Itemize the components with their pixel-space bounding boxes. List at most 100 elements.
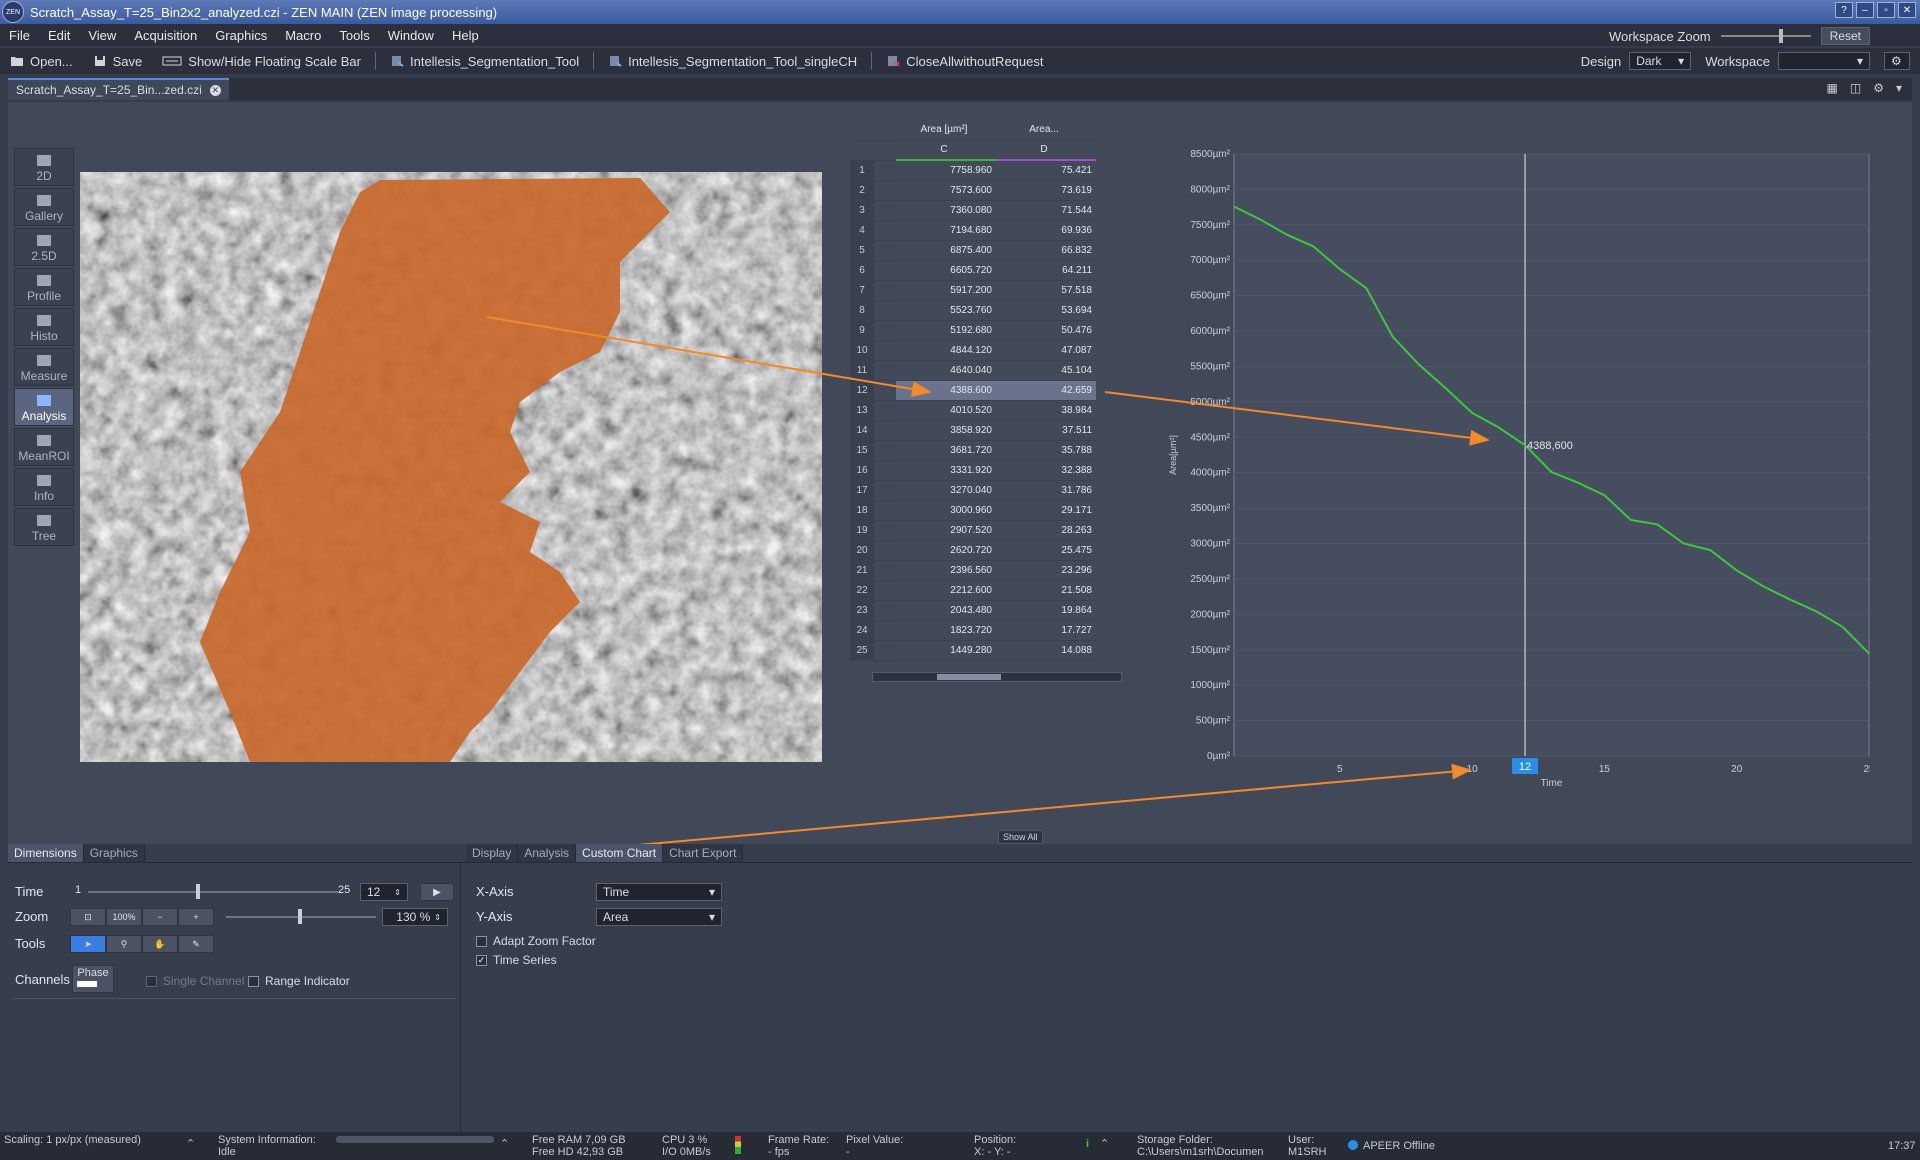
menu-tools[interactable]: Tools	[330, 28, 378, 43]
column-header-area[interactable]: Area [µm²]	[896, 120, 996, 141]
table-row[interactable]: 9 5192.680 50.476	[850, 320, 1096, 341]
table-row[interactable]: 3 7360.080 71.544	[850, 200, 1096, 221]
table-row[interactable]: 4 7194.680 69.936	[850, 220, 1096, 241]
gear-icon[interactable]: ⚙	[1873, 81, 1884, 95]
menu-macro[interactable]: Macro	[276, 28, 330, 43]
chevron-up-icon[interactable]: ⌃	[186, 1138, 195, 1150]
menu-window[interactable]: Window	[379, 28, 443, 43]
menu-file[interactable]: File	[0, 28, 39, 43]
table-row[interactable]: 20 2620.720 25.475	[850, 540, 1096, 561]
table-row[interactable]: 22 2212.600 21.508	[850, 580, 1096, 601]
column-header-area-2[interactable]: Area...	[996, 120, 1096, 141]
show-all-button[interactable]: Show All	[998, 830, 1043, 844]
view-tab-gallery[interactable]: Gallery	[14, 188, 74, 226]
menu-help[interactable]: Help	[443, 28, 488, 43]
workspace-select[interactable]: ▾	[1778, 52, 1870, 70]
y-axis-select[interactable]: Area ▾	[596, 908, 722, 926]
time-spinbox[interactable]: 12 ⇕	[360, 883, 408, 901]
design-select[interactable]: Dark ▾	[1629, 52, 1692, 70]
table-row[interactable]: 5 6875.400 66.832	[850, 240, 1096, 261]
table-row[interactable]: 25 1449.280 14.088	[850, 640, 1096, 661]
view-tab-meanroi[interactable]: MeanROI	[14, 428, 74, 466]
play-button[interactable]: ▶	[420, 883, 454, 901]
table-row[interactable]: 2 7573.600 73.619	[850, 180, 1096, 201]
table-row[interactable]: 18 3000.960 29.171	[850, 500, 1096, 521]
workspace-zoom-slider[interactable]	[1720, 29, 1811, 43]
tool-close-all[interactable]: CloseAllwithoutRequest	[876, 54, 1053, 69]
view-tab-tree[interactable]: Tree	[14, 508, 74, 546]
pointer-tool-button[interactable]: ➤	[70, 935, 106, 953]
view-tab-analysis[interactable]: Analysis	[14, 388, 74, 426]
view-tab-profile[interactable]: Profile	[14, 268, 74, 306]
table-row[interactable]: 1 7758.960 75.421	[850, 160, 1096, 181]
reset-button[interactable]: Reset	[1820, 27, 1870, 45]
channel-phase-button[interactable]: Phase	[72, 965, 114, 993]
view-tab-histo[interactable]: Histo	[14, 308, 74, 346]
save-button[interactable]: Save	[83, 54, 153, 69]
split-view-icon[interactable]: ◫	[1850, 81, 1861, 95]
document-tab[interactable]: Scratch_Assay_T=25_Bin...zed.czi ✕	[8, 78, 229, 100]
tab-analysis[interactable]: Analysis	[518, 844, 577, 862]
menu-acquisition[interactable]: Acquisition	[125, 28, 206, 43]
time-slider[interactable]	[88, 891, 338, 893]
info-icon[interactable]: i	[1086, 1138, 1089, 1150]
view-tab-info[interactable]: Info	[14, 468, 74, 506]
view-tab-2-5d[interactable]: 2.5D	[14, 228, 74, 266]
table-row[interactable]: 19 2907.520 28.263	[850, 520, 1096, 541]
menu-graphics[interactable]: Graphics	[206, 28, 276, 43]
zoom-spinbox[interactable]: 130 % ⇕	[382, 908, 448, 926]
table-row[interactable]: 11 4640.040 45.104	[850, 360, 1096, 381]
table-row[interactable]: 23 2043.480 19.864	[850, 600, 1096, 621]
chevron-up-icon[interactable]: ⌃	[500, 1138, 509, 1150]
close-button[interactable]: ✕	[1898, 2, 1916, 18]
zoom-100-button[interactable]: 100%	[106, 908, 142, 926]
chevron-down-icon[interactable]: ▾	[1896, 81, 1902, 95]
view-tab-2d[interactable]: 2D	[14, 148, 74, 186]
time-series-checkbox[interactable]: ✓ Time Series	[476, 953, 557, 967]
table-view-icon[interactable]: ▦	[1827, 81, 1838, 95]
fit-zoom-button[interactable]: ⊡	[70, 908, 106, 926]
tool-intellesis-singlech[interactable]: Intellesis_Segmentation_Tool_singleCH	[598, 54, 867, 69]
table-row[interactable]: 6 6605.720 64.211	[850, 260, 1096, 281]
table-row[interactable]: 10 4844.120 47.087	[850, 340, 1096, 361]
chevron-up-icon[interactable]: ⌃	[1100, 1138, 1109, 1150]
image-view[interactable]	[80, 172, 822, 762]
maximize-button[interactable]: ▫	[1877, 2, 1895, 18]
adapt-zoom-checkbox[interactable]: Adapt Zoom Factor	[476, 934, 596, 948]
zoom-in-button[interactable]: +	[178, 908, 214, 926]
scale-bar-button[interactable]: Show/Hide Floating Scale Bar	[152, 54, 371, 69]
tab-dimensions[interactable]: Dimensions	[8, 844, 84, 862]
range-indicator-checkbox[interactable]: Range Indicator	[248, 974, 350, 988]
table-row[interactable]: 13 4010.520 38.984	[850, 400, 1096, 421]
table-row[interactable]: 14 3858.920 37.511	[850, 420, 1096, 441]
close-tab-icon[interactable]: ✕	[209, 84, 221, 96]
scrollbar-thumb[interactable]	[937, 674, 1001, 680]
single-channel-checkbox[interactable]: Single Channel	[146, 974, 244, 988]
zoom-slider-thumb[interactable]	[298, 909, 302, 924]
tool-intellesis-segmentation[interactable]: Intellesis_Segmentation_Tool	[380, 54, 589, 69]
table-row[interactable]: 21 2396.560 23.296	[850, 560, 1096, 581]
time-slider-thumb[interactable]	[196, 884, 200, 899]
settings-button[interactable]: ⚙	[1884, 52, 1910, 70]
table-scrollbar[interactable]	[872, 672, 1122, 682]
tab-custom-chart[interactable]: Custom Chart	[576, 844, 664, 862]
table-row[interactable]: 12 4388.600 42.659	[850, 380, 1096, 401]
tab-display[interactable]: Display	[466, 844, 519, 862]
view-tab-measure[interactable]: Measure	[14, 348, 74, 386]
minimize-button[interactable]: –	[1856, 2, 1874, 18]
custom-chart[interactable]: 0µm² 500µm² 1000µm² 1500µm² 2000µm² 2500µm² 30…	[1130, 140, 1875, 790]
open-button[interactable]: Open...	[0, 54, 83, 69]
table-row[interactable]: 16 3331.920 32.388	[850, 460, 1096, 481]
table-row[interactable]: 8 5523.760 53.694	[850, 300, 1096, 321]
menu-view[interactable]: View	[79, 28, 125, 43]
table-row[interactable]: 17 3270.040 31.786	[850, 480, 1096, 501]
pan-tool-button[interactable]: ✋	[142, 935, 178, 953]
help-button[interactable]: ?	[1835, 2, 1853, 18]
table-row[interactable]: 7 5917.200 57.518	[850, 280, 1096, 301]
tab-chart-export[interactable]: Chart Export	[663, 844, 744, 862]
table-row[interactable]: 24 1823.720 17.727	[850, 620, 1096, 641]
zoom-out-button[interactable]: −	[142, 908, 178, 926]
menu-edit[interactable]: Edit	[39, 28, 79, 43]
x-axis-select[interactable]: Time ▾	[596, 883, 722, 901]
tab-graphics[interactable]: Graphics	[83, 844, 145, 862]
